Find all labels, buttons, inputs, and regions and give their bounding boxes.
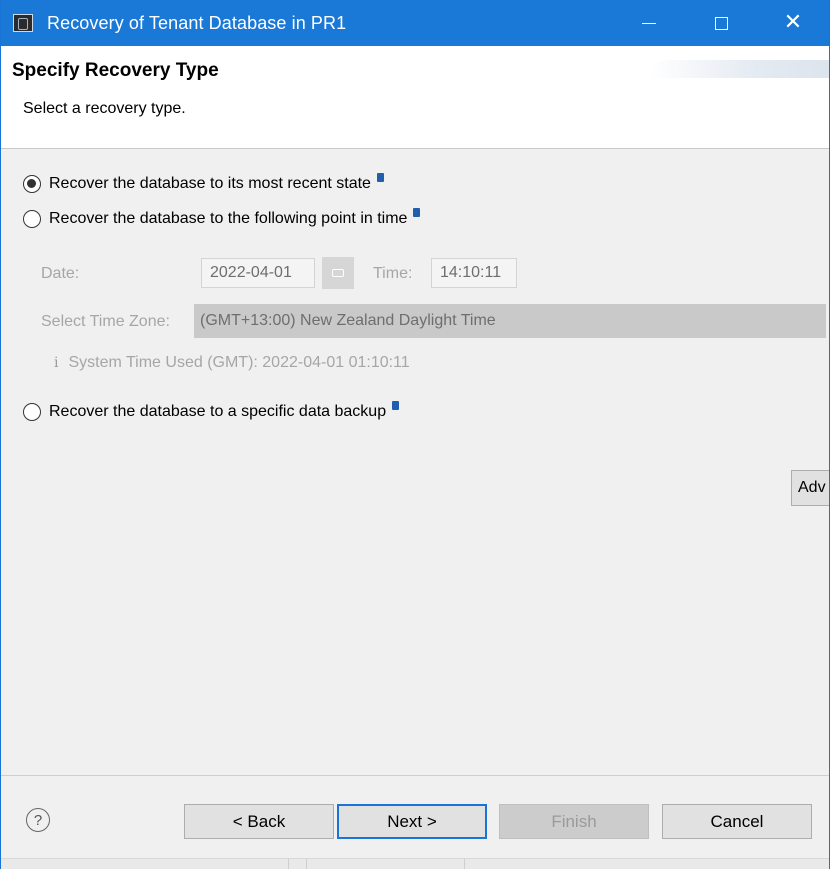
calendar-button[interactable] <box>322 257 354 289</box>
info-small-icon: i <box>54 355 59 371</box>
next-button[interactable]: Next > <box>337 804 487 839</box>
maximize-icon <box>714 16 728 30</box>
page-subtitle: Select a recovery type. <box>23 100 186 117</box>
minimize-button[interactable] <box>613 0 685 46</box>
system-time-info: i System Time Used (GMT): 2022-04-01 01:… <box>54 354 410 372</box>
window-title: Recovery of Tenant Database in PR1 <box>47 12 347 33</box>
radio-data-backup[interactable] <box>23 403 41 421</box>
cancel-button[interactable]: Cancel <box>662 804 812 839</box>
back-button[interactable]: < Back <box>184 804 334 839</box>
header-decoration <box>649 60 829 78</box>
option-point-in-time[interactable]: Recover the database to the following po… <box>23 207 421 228</box>
option-recent-state-label: Recover the database to its most recent … <box>49 175 371 192</box>
date-field[interactable]: 2022-04-01 <box>201 258 315 288</box>
option-data-backup[interactable]: Recover the database to a specific data … <box>23 400 400 421</box>
wizard-content: Recover the database to its most recent … <box>1 149 829 749</box>
close-icon: ✕ <box>783 10 803 35</box>
close-button[interactable]: ✕ <box>757 0 829 46</box>
timezone-label: Select Time Zone: <box>41 313 170 330</box>
finish-button[interactable]: Finish <box>499 804 649 839</box>
minimize-icon <box>642 22 656 24</box>
timezone-select[interactable]: (GMT+13:00) New Zealand Daylight Time <box>194 304 826 338</box>
option-data-backup-label: Recover the database to a specific data … <box>49 403 387 420</box>
info-icon[interactable] <box>392 400 400 410</box>
status-strip <box>1 858 829 869</box>
maximize-button[interactable] <box>685 0 757 46</box>
recovery-dialog: Recovery of Tenant Database in PR1 ✕ Spe… <box>0 0 830 869</box>
advanced-button[interactable]: Adv <box>791 470 829 506</box>
help-button[interactable]: ? <box>26 808 50 832</box>
page-title: Specify Recovery Type <box>12 60 219 81</box>
option-point-in-time-label: Recover the database to the following po… <box>49 210 408 227</box>
wizard-header: Specify Recovery Type Select a recovery … <box>1 46 829 149</box>
date-label: Date: <box>41 265 80 282</box>
title-bar: Recovery of Tenant Database in PR1 ✕ <box>1 0 829 46</box>
strip-divider <box>306 859 307 869</box>
calendar-icon <box>332 269 344 277</box>
info-icon[interactable] <box>376 172 384 182</box>
time-label: Time: <box>373 265 413 282</box>
info-icon[interactable] <box>413 207 421 217</box>
radio-recent-state[interactable] <box>23 175 41 193</box>
footer-divider <box>1 775 829 776</box>
time-field[interactable]: 14:10:11 <box>431 258 517 288</box>
system-time-text: System Time Used (GMT): 2022-04-01 01:10… <box>68 354 410 371</box>
help-icon: ? <box>33 811 43 829</box>
option-recent-state[interactable]: Recover the database to its most recent … <box>23 172 384 193</box>
radio-point-in-time[interactable] <box>23 210 41 228</box>
strip-divider <box>464 859 465 869</box>
strip-divider <box>288 859 289 869</box>
app-icon <box>13 14 33 32</box>
